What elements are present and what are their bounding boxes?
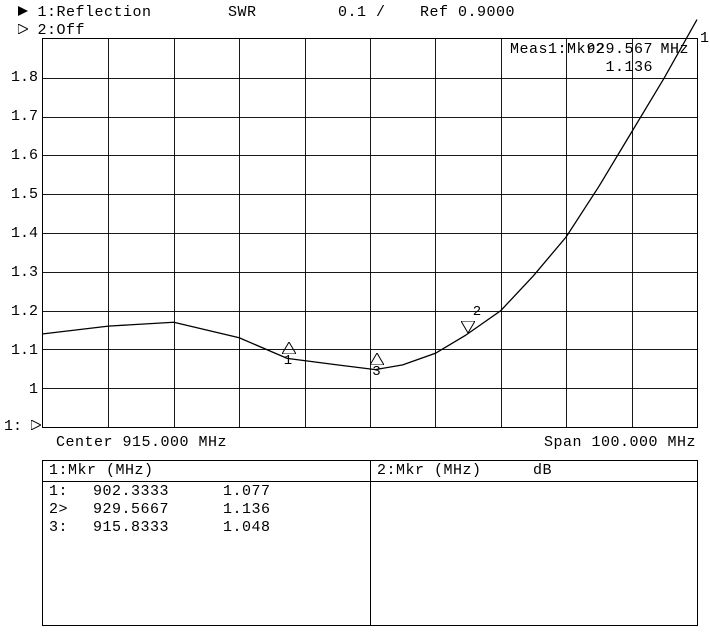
plot-marker-label: 3 — [372, 364, 380, 380]
y-tick-label: 1.7 — [2, 108, 38, 125]
marker-row-val: 1.048 — [223, 519, 271, 536]
plot-marker: 3 — [370, 352, 384, 370]
marker-table-header1: 1:Mkr (MHz) — [49, 462, 154, 479]
y-tick-label: 1 — [2, 381, 38, 398]
trace1-indicator: 1:Reflection — [18, 4, 152, 21]
trace2-label: 2:Off — [38, 22, 86, 39]
y-tick-label: 1.3 — [2, 264, 38, 281]
y-tick-label: 1.6 — [2, 147, 38, 164]
meas-type: SWR — [228, 4, 257, 21]
y-tick-label: 1.2 — [2, 303, 38, 320]
marker-row-freq: 915.8333 — [93, 519, 169, 536]
y-tick-label: 1.1 — [2, 342, 38, 359]
plot-marker: 1 — [282, 341, 296, 359]
marker-row-freq: 902.3333 — [93, 483, 169, 500]
marker-table-header2-unit: dB — [533, 462, 552, 479]
right-trace-indicator: 1 — [700, 30, 709, 47]
plot-marker-label: 1 — [284, 353, 292, 369]
y-tick-label: 1.5 — [2, 186, 38, 203]
plot-marker: 2 — [461, 320, 475, 338]
y-tick-label: 1.8 — [2, 69, 38, 86]
marker-row-freq: 929.5667 — [93, 501, 169, 518]
marker-row-id: 3: — [49, 519, 68, 536]
marker-row-id: 1: — [49, 483, 68, 500]
marker-table: 1:Mkr (MHz) 2:Mkr (MHz) dB 1: 902.3333 1.0… — [42, 460, 698, 626]
span-label: Span 100.000 MHz — [544, 434, 696, 451]
center-freq-label: Center 915.000 MHz — [56, 434, 227, 451]
y-tick-label: 1.4 — [2, 225, 38, 242]
ref-label: Ref 0.9000 — [420, 4, 515, 21]
plot-marker-label: 2 — [473, 304, 481, 320]
marker-row-id: 2> — [49, 501, 68, 518]
trace1-label: 1:Reflection — [38, 4, 152, 21]
marker-row-val: 1.136 — [223, 501, 271, 518]
scale-label: 0.1 / — [338, 4, 386, 21]
left-trace-indicator: 1: — [4, 418, 41, 435]
marker-row-val: 1.077 — [223, 483, 271, 500]
plot-area: Meas1:Mkr2 MHz 929.567 1.136 123 — [42, 38, 698, 428]
trace2-indicator: 2:Off — [18, 22, 85, 39]
marker-table-header2: 2:Mkr (MHz) — [377, 462, 482, 479]
